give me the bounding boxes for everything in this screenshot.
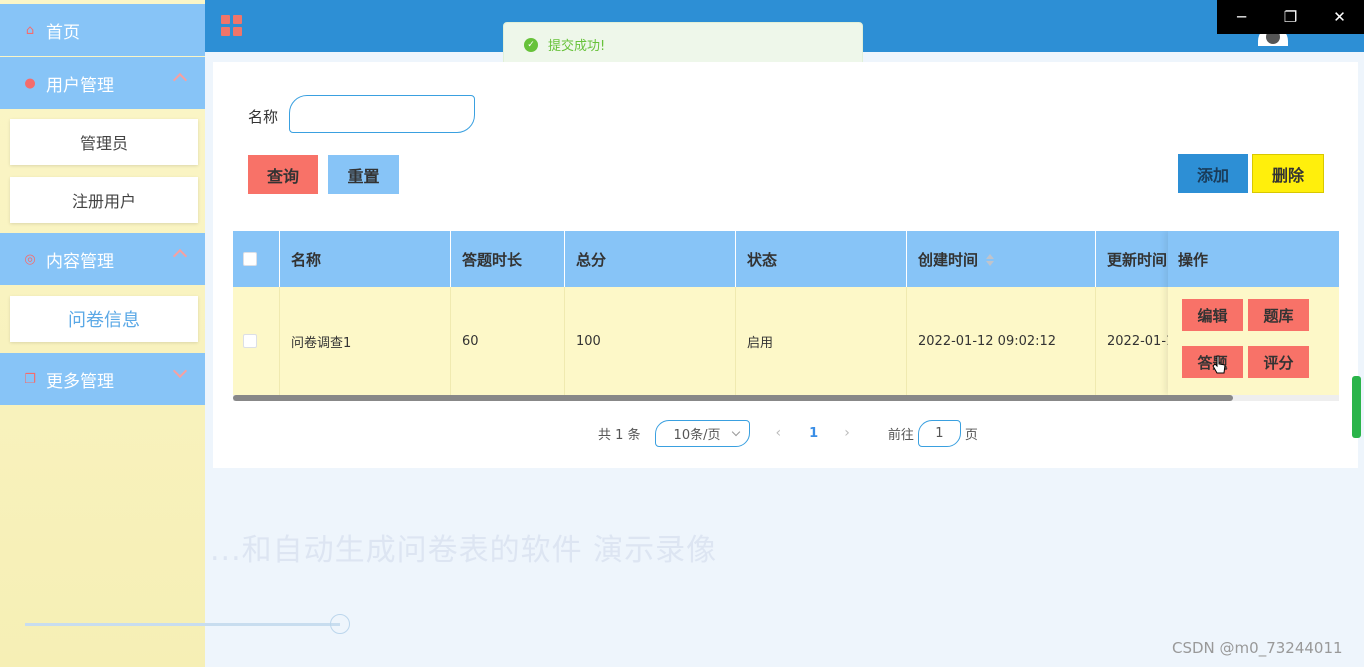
success-toast: ✓ 提交成功! — [503, 22, 863, 67]
chevron-up-icon — [172, 248, 188, 264]
header-updated-label: 更新时间 — [1107, 250, 1168, 269]
cell-total: 100 — [565, 287, 736, 395]
user-icon: ● — [24, 75, 36, 91]
goto-label: 前往 — [887, 427, 914, 443]
vertical-scrollbar[interactable] — [1352, 376, 1361, 438]
toast-message: 提交成功! — [548, 39, 606, 54]
sidebar-subitem-registered-users[interactable]: 注册用户 — [10, 177, 198, 223]
score-button[interactable]: 评分 — [1248, 346, 1309, 378]
content-icon: ◎ — [24, 251, 36, 267]
cell-duration: 60 — [451, 287, 565, 395]
main-panel: 名称 查询 重置 添加 删除 名称 答题时长 总分 状态 创建时间 更新时间 问… — [213, 62, 1358, 468]
header-total-label: 总分 — [576, 250, 607, 269]
sidebar-item-user-management-label: 用户管理 — [46, 75, 114, 96]
chevron-down-icon — [172, 363, 188, 379]
operations-column: 操作 编辑 题库 答题 评分 — [1168, 231, 1339, 395]
chevron-down-icon — [731, 427, 740, 436]
video-progress-track[interactable] — [25, 623, 340, 626]
scrollbar-thumb[interactable] — [233, 395, 1233, 401]
header-total[interactable]: 总分 — [565, 231, 736, 287]
goto-page-input[interactable]: 1 — [917, 419, 961, 447]
video-progress-knob[interactable] — [330, 614, 350, 634]
pagination: 共 1 条 10条/页 ‹ 1 › 前往 1 页 — [598, 419, 978, 447]
sidebar-subitem-questionnaire-info-label: 问卷信息 — [68, 310, 140, 331]
sidebar-subitem-questionnaire-info[interactable]: 问卷信息 — [10, 296, 198, 342]
prev-page-icon[interactable]: ‹ — [776, 425, 782, 441]
page-size-select[interactable]: 10条/页 — [654, 419, 750, 447]
goto-suffix: 页 — [964, 427, 978, 443]
header-duration-label: 答题时长 — [462, 250, 523, 269]
sidebar-item-more-management[interactable]: ❐ 更多管理 — [0, 353, 205, 405]
row-checkbox[interactable] — [243, 334, 257, 348]
close-icon[interactable]: ✕ — [1315, 0, 1364, 34]
sidebar-subitem-admin[interactable]: 管理员 — [10, 119, 198, 165]
hand-cursor-icon — [1212, 355, 1226, 374]
chevron-up-icon — [172, 72, 188, 88]
add-button[interactable]: 添加 — [1178, 154, 1248, 193]
sidebar-subitem-registered-users-label: 注册用户 — [71, 192, 136, 211]
header-created-label: 创建时间 — [918, 250, 979, 269]
video-subtitle: ...和自动生成问卷表的软件 演示录像 — [210, 533, 718, 568]
edit-button[interactable]: 编辑 — [1182, 299, 1243, 331]
cell-created: 2022-01-12 09:02:12 — [907, 287, 1096, 395]
header-status[interactable]: 状态 — [736, 231, 907, 287]
header-ops: 操作 — [1168, 231, 1339, 287]
goto-page-value: 1 — [935, 425, 944, 441]
cell-name: 问卷调查1 — [280, 287, 451, 395]
reset-button[interactable]: 重置 — [328, 155, 399, 194]
sidebar-item-home[interactable]: ⌂ 首页 — [0, 4, 205, 56]
home-icon: ⌂ — [25, 22, 35, 38]
menu-grid-icon[interactable] — [221, 15, 242, 36]
sidebar-subitem-admin-label: 管理员 — [79, 134, 128, 153]
next-page-icon[interactable]: › — [844, 425, 850, 441]
query-button[interactable]: 查询 — [248, 155, 318, 194]
page-number-current[interactable]: 1 — [809, 426, 818, 441]
operations-cell: 编辑 题库 答题 评分 — [1168, 287, 1339, 395]
watermark: CSDN @m0_73244011 — [1172, 639, 1343, 657]
maximize-icon[interactable]: ❐ — [1266, 0, 1315, 34]
sidebar: ⌂ 首页 ● 用户管理 管理员 注册用户 ◎ 内容管理 问卷信息 ❐ 更多管理 — [0, 0, 205, 667]
sidebar-item-home-label: 首页 — [46, 22, 80, 43]
select-all-checkbox[interactable] — [243, 252, 257, 266]
sidebar-item-content-management[interactable]: ◎ 内容管理 — [0, 233, 205, 285]
row-select-cell — [233, 287, 280, 395]
check-circle-icon: ✓ — [524, 37, 538, 52]
horizontal-scrollbar[interactable] — [233, 395, 1339, 401]
search-input[interactable] — [289, 95, 475, 133]
search-label: 名称 — [248, 108, 279, 126]
sidebar-item-content-management-label: 内容管理 — [46, 251, 114, 272]
minimize-icon[interactable]: ─ — [1217, 0, 1266, 34]
data-table: 名称 答题时长 总分 状态 创建时间 更新时间 问卷调查1 60 100 启用 … — [233, 231, 1339, 401]
window-controls: ─ ❐ ✕ — [1217, 0, 1364, 34]
question-bank-button[interactable]: 题库 — [1248, 299, 1309, 331]
cell-status: 启用 — [736, 287, 907, 395]
header-created[interactable]: 创建时间 — [907, 231, 1096, 287]
sidebar-item-more-management-label: 更多管理 — [46, 371, 114, 392]
header-duration[interactable]: 答题时长 — [451, 231, 565, 287]
pagination-total: 共 1 条 — [598, 427, 641, 443]
header-name[interactable]: 名称 — [280, 231, 451, 287]
delete-button[interactable]: 删除 — [1252, 154, 1324, 193]
sort-icon[interactable] — [986, 253, 995, 266]
page-size-value: 10条/页 — [673, 427, 721, 443]
header-name-label: 名称 — [291, 250, 322, 269]
copy-icon: ❐ — [24, 371, 36, 387]
header-status-label: 状态 — [747, 250, 778, 269]
sidebar-item-user-management[interactable]: ● 用户管理 — [0, 57, 205, 109]
select-all-cell — [233, 231, 280, 287]
